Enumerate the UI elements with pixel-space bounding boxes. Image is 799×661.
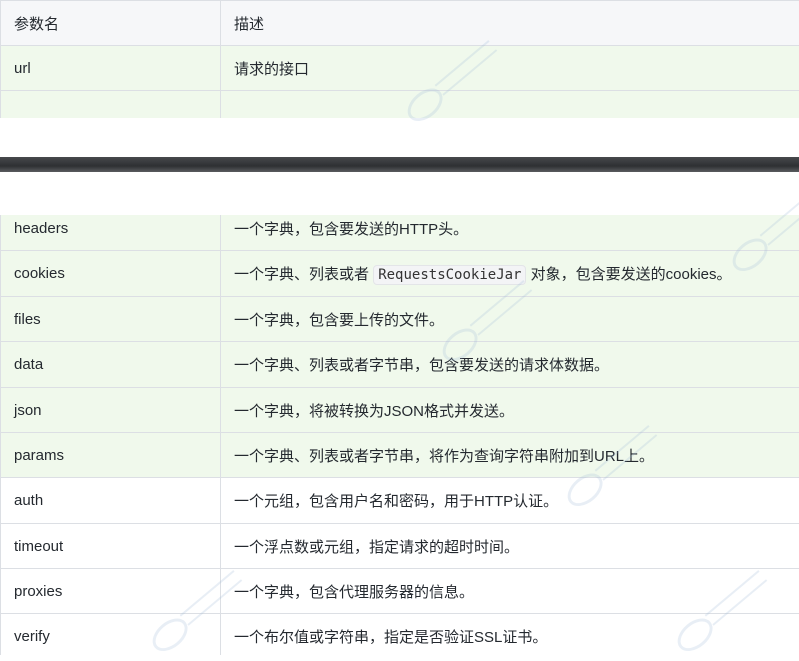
table-row: proxies 一个字典，包含代理服务器的信息。 — [1, 569, 799, 614]
param-name — [1, 91, 221, 119]
table-row: headers 一个字典，包含要发送的HTTP头。 — [1, 215, 799, 251]
params-table-bottom: headers 一个字典，包含要发送的HTTP头。 cookies 一个字典、列… — [0, 215, 799, 655]
param-name: params — [1, 433, 221, 478]
table-header-row: 参数名 描述 — [1, 1, 799, 46]
desc-text-before: 一个字典、列表或者 — [234, 266, 369, 283]
header-param-name: 参数名 — [1, 1, 221, 46]
param-desc: 一个字典，包含要发送的HTTP头。 — [221, 215, 799, 251]
table-row: auth 一个元组，包含用户名和密码，用于HTTP认证。 — [1, 478, 799, 524]
param-name: files — [1, 297, 221, 342]
param-desc: 一个字典，包含要上传的文件。 — [221, 297, 799, 342]
table-row: data 一个字典、列表或者字节串，包含要发送的请求体数据。 — [1, 342, 799, 388]
param-name: verify — [1, 614, 221, 656]
param-name: headers — [1, 215, 221, 251]
param-desc: 一个字典，将被转换为JSON格式并发送。 — [221, 388, 799, 433]
section-divider — [0, 157, 799, 172]
param-desc: 一个浮点数或元组，指定请求的超时时间。 — [221, 524, 799, 569]
param-desc: 一个字典、列表或者字节串，包含要发送的请求体数据。 — [221, 342, 799, 388]
table-row: files 一个字典，包含要上传的文件。 — [1, 297, 799, 342]
table-row: verify 一个布尔值或字符串，指定是否验证SSL证书。 — [1, 614, 799, 656]
param-name: data — [1, 342, 221, 388]
table-row: cookies 一个字典、列表或者 RequestsCookieJar 对象，包… — [1, 251, 799, 297]
param-desc: 一个字典，包含代理服务器的信息。 — [221, 569, 799, 614]
param-desc: 一个字典、列表或者字节串，将作为查询字符串附加到URL上。 — [221, 433, 799, 478]
param-desc: 一个字典、列表或者 RequestsCookieJar 对象，包含要发送的coo… — [221, 251, 799, 297]
param-name: proxies — [1, 569, 221, 614]
params-table-top: 参数名 描述 url 请求的接口 — [0, 0, 799, 118]
param-name: auth — [1, 478, 221, 524]
table-row — [1, 91, 799, 119]
inline-code: RequestsCookieJar — [373, 265, 526, 285]
param-name: json — [1, 388, 221, 433]
param-name: cookies — [1, 251, 221, 297]
param-desc: 一个元组，包含用户名和密码，用于HTTP认证。 — [221, 478, 799, 524]
table-row: url 请求的接口 — [1, 46, 799, 91]
table-row: params 一个字典、列表或者字节串，将作为查询字符串附加到URL上。 — [1, 433, 799, 478]
table-row: json 一个字典，将被转换为JSON格式并发送。 — [1, 388, 799, 433]
param-name: timeout — [1, 524, 221, 569]
header-description: 描述 — [221, 1, 799, 46]
table-fragment-top: 参数名 描述 url 请求的接口 — [0, 0, 799, 118]
param-desc — [221, 91, 799, 119]
table-fragment-bottom: headers 一个字典，包含要发送的HTTP头。 cookies 一个字典、列… — [0, 215, 799, 655]
param-name: url — [1, 46, 221, 91]
param-desc: 请求的接口 — [221, 46, 799, 91]
desc-text-after: 对象，包含要发送的cookies。 — [531, 266, 732, 283]
table-row: timeout 一个浮点数或元组，指定请求的超时时间。 — [1, 524, 799, 569]
param-desc: 一个布尔值或字符串，指定是否验证SSL证书。 — [221, 614, 799, 656]
